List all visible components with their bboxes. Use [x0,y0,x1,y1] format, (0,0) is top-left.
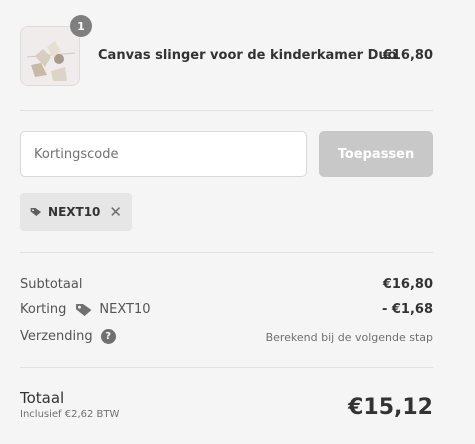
apply-discount-button[interactable]: Toepassen [319,131,433,177]
divider [20,252,433,253]
applied-discount-tag: NEXT10 ✕ [20,193,132,231]
shipping-label-group: Verzending ? [20,329,116,344]
help-icon[interactable]: ? [100,329,116,344]
divider [20,367,433,368]
discount-code: NEXT10 [99,302,151,317]
quantity-badge: 1 [70,15,92,37]
tag-icon [30,207,42,217]
product-thumbnail [20,26,80,86]
product-image [21,27,79,85]
close-icon[interactable]: ✕ [109,203,122,221]
total-label: Totaal [20,389,65,407]
product-price: €16,80 [382,48,433,63]
shipping-value: Berekend bij de volgende stap [265,331,433,344]
applied-code: NEXT10 [48,205,101,219]
tag-icon [76,303,92,316]
discount-code-input[interactable] [20,131,307,177]
total-value: €15,12 [348,395,433,420]
subtotal-label: Subtotaal [20,277,83,292]
discount-value: - €1,68 [381,302,433,317]
product-name: Canvas slinger voor de kinderkamer Duo [98,48,397,63]
discount-label-group: Korting NEXT10 [20,302,151,317]
subtotal-value: €16,80 [382,277,433,292]
product-line: 1 Canvas slinger voor de kinderkamer Duo… [20,15,433,88]
discount-label: Korting [20,302,67,317]
divider [20,110,433,111]
shipping-label: Verzending [20,329,93,344]
vat-note: Inclusief €2,62 BTW [20,409,120,420]
